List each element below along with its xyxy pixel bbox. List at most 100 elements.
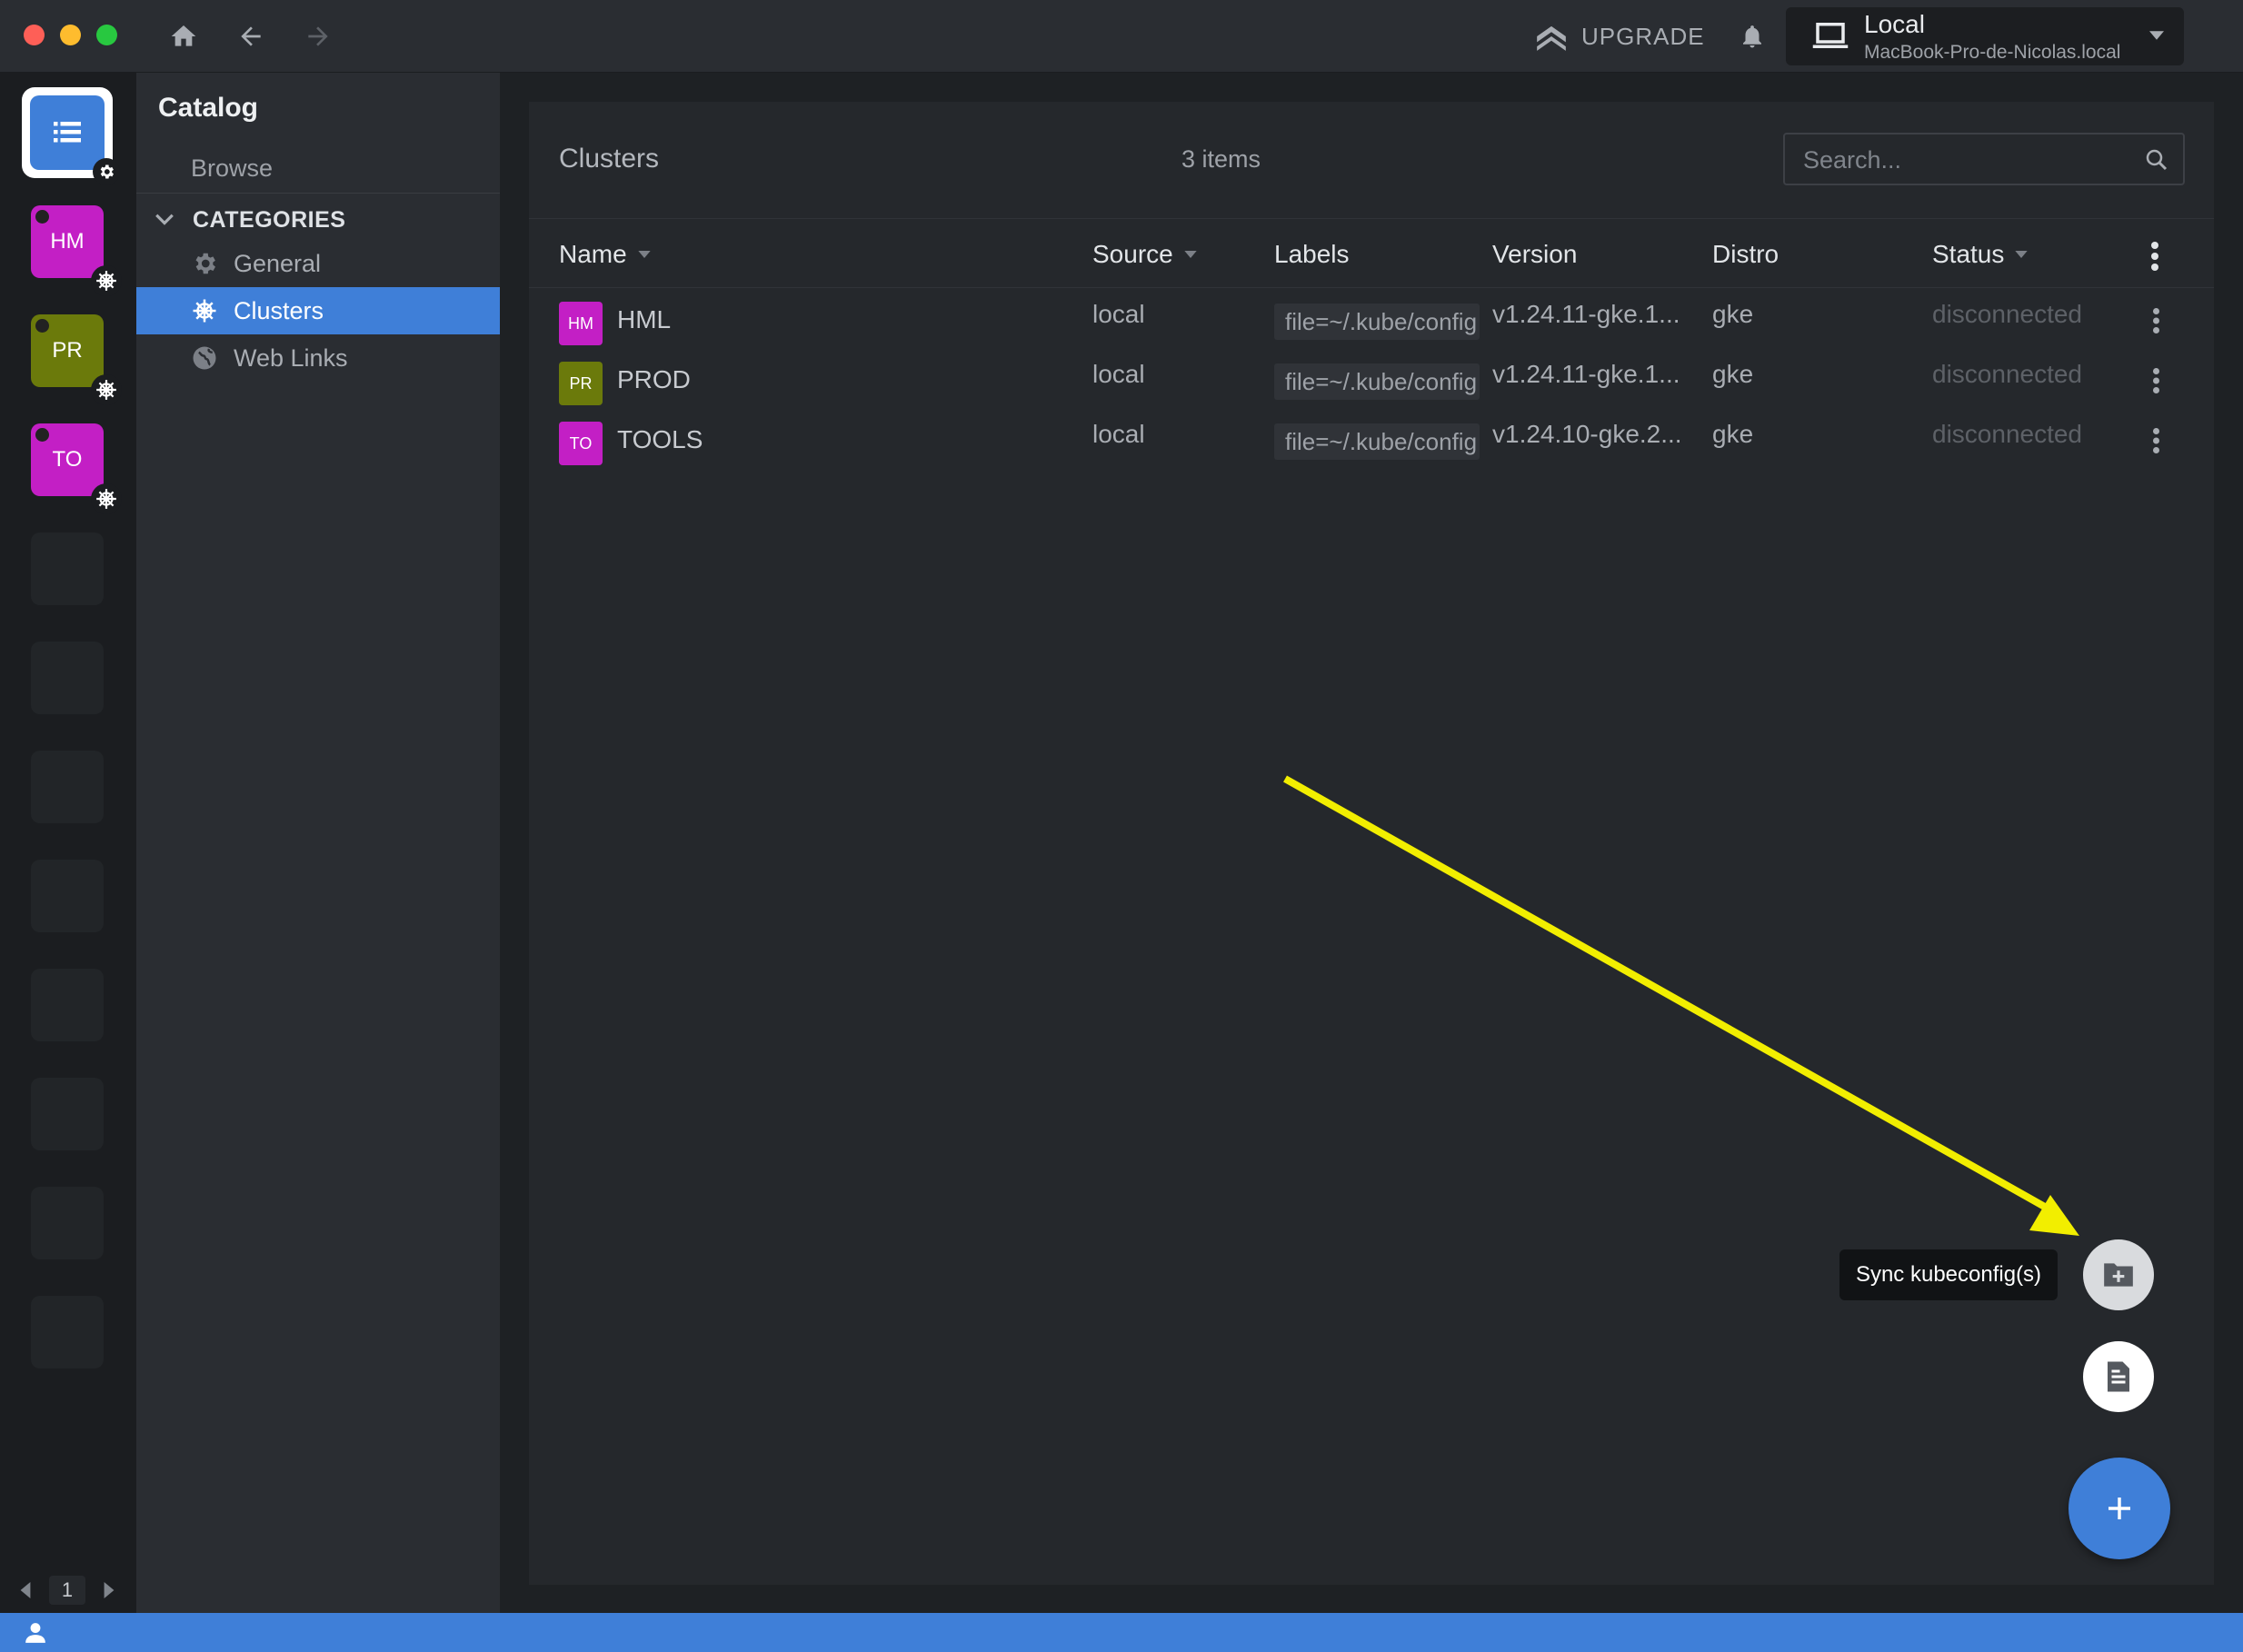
caret-right-icon[interactable] [104,1582,115,1598]
sort-caret-icon [1184,251,1197,258]
cluster-avatar: PR [559,362,603,405]
column-header-source[interactable]: Source [1092,236,1197,273]
hotbar-empty-slot[interactable] [31,532,104,605]
caret-left-icon[interactable] [20,1582,31,1598]
upgrade-label: UPGRADE [1581,22,1705,50]
hotbar-empty-slot[interactable] [31,969,104,1041]
sidebar-item-general[interactable]: General [136,240,500,287]
hotbar-empty-slot[interactable] [31,642,104,714]
arrow-right-icon [308,26,328,46]
column-header-version[interactable]: Version [1492,236,1577,273]
column-label: Name [559,240,627,268]
user-icon[interactable] [24,1621,47,1645]
host-selector[interactable]: Local MacBook-Pro-de-Nicolas.local [1786,7,2184,65]
hotbar-catalog[interactable] [22,87,120,185]
hotbar-cluster-pr[interactable]: PR [31,314,122,405]
host-subtitle: MacBook-Pro-de-Nicolas.local [1864,42,2121,63]
title-bar: UPGRADE Local MacBook-Pro-de-Nicolas.loc… [0,0,2243,73]
sidebar-item-label: Web Links [234,343,348,372]
home-button[interactable] [165,18,202,55]
cluster-version: v1.24.11-gke.1... [1492,360,1680,388]
kubernetes-badge [91,374,122,405]
cluster-distro: gke [1712,420,1754,448]
add-from-kubeconfig-button[interactable] [2083,1341,2154,1412]
clusters-panel: Clusters 3 items Name Source Labels Vers… [529,102,2214,1585]
cluster-source: local [1092,300,1145,328]
folder-add-icon [2104,1263,2133,1287]
column-label: Labels [1274,240,1350,268]
cluster-distro: gke [1712,300,1754,328]
kebab-menu-icon [2152,428,2159,453]
settings-badge [93,158,120,185]
column-label: Status [1932,240,2005,268]
cluster-status: disconnected [1932,300,2083,328]
column-header-name[interactable]: Name [559,236,651,273]
gear-icon [195,253,215,274]
plus-icon [2108,1498,2130,1519]
document-icon [2108,1361,2129,1392]
column-label: Distro [1712,240,1779,268]
cluster-name: PROD [617,365,691,393]
minimize-window-button[interactable] [60,25,81,45]
upgrade-button[interactable]: UPGRADE [1534,16,1705,56]
column-menu-button[interactable] [2143,238,2167,274]
cluster-source: local [1092,360,1145,388]
hotbar-empty-slot[interactable] [31,860,104,932]
helm-icon [96,271,116,291]
column-label: Source [1092,240,1173,268]
sync-kubeconfig-tooltip: Sync kubeconfig(s) [1839,1249,2058,1300]
column-header-labels[interactable]: Labels [1274,236,1350,273]
table-row[interactable]: PR PROD local file=~/.kube/config v1.24.… [529,349,2214,409]
column-header-distro[interactable]: Distro [1712,236,1779,273]
categories-toggle[interactable]: CATEGORIES [155,202,345,238]
divider [529,287,2214,288]
hotbar-empty-slot[interactable] [31,751,104,823]
cluster-label: file=~/.kube/config [1274,363,1480,400]
back-button[interactable] [233,18,269,55]
row-menu-button[interactable] [2145,427,2167,454]
kubernetes-badge [91,483,122,514]
row-menu-button[interactable] [2145,367,2167,394]
maximize-window-button[interactable] [96,25,117,45]
sidebar-item-web-links[interactable]: Web Links [136,334,500,382]
hotbar-cluster-hm[interactable]: HM [31,205,122,296]
catalog-list-icon [54,122,81,143]
hotbar: HM PR TO [0,73,136,1613]
close-window-button[interactable] [24,25,45,45]
divider [136,193,500,194]
cluster-version: v1.24.11-gke.1... [1492,300,1680,328]
bell-icon [1743,25,1761,48]
search-box[interactable] [1783,133,2185,185]
upgrade-chevrons-icon [1537,25,1566,51]
cluster-version: v1.24.10-gke.2... [1492,420,1682,448]
hotbar-page-number: 1 [49,1576,85,1605]
page-title: Clusters [559,144,660,174]
cluster-name: TOOLS [617,425,703,453]
column-header-status[interactable]: Status [1932,236,2029,273]
search-input[interactable] [1801,144,2123,176]
cluster-status: disconnected [1932,420,2083,448]
sidebar-item-browse[interactable]: Browse [191,154,273,183]
row-menu-button[interactable] [2145,307,2167,334]
notifications-button[interactable] [1734,18,1770,55]
search-icon [2146,149,2168,171]
hotbar-empty-slot[interactable] [31,1187,104,1259]
sync-kubeconfig-button[interactable] [2083,1239,2154,1310]
cluster-distro: gke [1712,360,1754,388]
hotbar-cluster-to[interactable]: TO [31,423,122,514]
helm-icon [193,299,216,323]
arrow-left-icon [241,26,261,46]
table-row[interactable]: HM HML local file=~/.kube/config v1.24.1… [529,289,2214,349]
cluster-label: file=~/.kube/config [1274,304,1480,340]
column-label: Version [1492,240,1578,268]
globe-icon [193,346,216,370]
cluster-name: HML [617,305,672,333]
forward-button[interactable] [300,18,336,55]
table-row[interactable]: TO TOOLS local file=~/.kube/config v1.24… [529,409,2214,469]
hotbar-empty-slot[interactable] [31,1296,104,1368]
cluster-label: file=~/.kube/config [1274,423,1480,460]
sidebar-item-clusters[interactable]: Clusters [136,287,500,334]
kubernetes-badge [91,265,122,296]
add-button[interactable] [2069,1458,2170,1559]
hotbar-empty-slot[interactable] [31,1078,104,1150]
